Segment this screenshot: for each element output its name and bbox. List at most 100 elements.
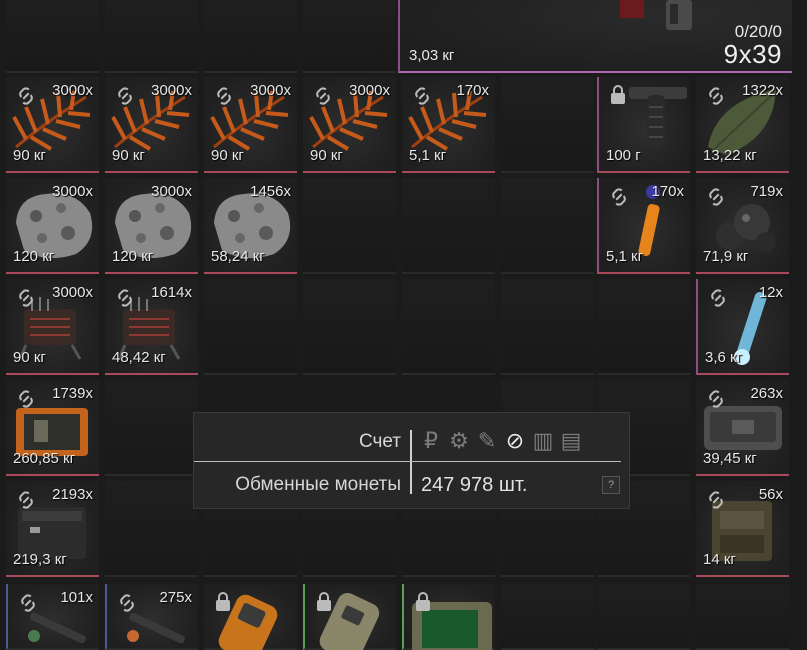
empty-slot[interactable] [597,584,690,650]
inventory-slot[interactable]: 3000x 120 кг [6,178,99,274]
bar-icon[interactable]: ▥ [532,428,554,453]
empty-slot[interactable] [402,178,495,274]
item-count: 275x [159,589,192,606]
token-icon[interactable]: ▤ [560,428,582,453]
empty-slot[interactable] [501,178,594,274]
inventory-slot[interactable]: 56x 14 кг [696,481,789,577]
inventory-slot[interactable]: 1322x 13,22 кг [696,77,789,173]
empty-slot[interactable] [696,584,789,650]
item-count: 3000x [349,82,390,99]
empty-slot[interactable] [303,0,396,73]
inventory-slot[interactable]: 170x 5,1 кг [402,77,495,173]
link-icon [120,594,134,612]
ammo-caliber: 9x39 [723,39,782,69]
exchange-coin-icon[interactable]: ⊘ [504,428,526,453]
empty-slot[interactable] [6,0,99,73]
inventory-slot[interactable]: 3000x 90 кг [204,77,297,173]
empty-slot[interactable] [501,77,594,173]
item-count: 3000x [52,183,93,200]
empty-slot[interactable] [597,279,690,375]
empty-slot[interactable] [303,178,396,274]
item-count: 3000x [52,82,93,99]
inventory-slot[interactable]: 3000x 90 кг [6,279,99,375]
item-weight: 13,22 кг [703,147,757,164]
item-weight: 39,45 кг [703,450,757,467]
ammo-weight: 3,03 кг [409,47,455,64]
item-weight: 219,3 кг [13,551,67,568]
item-count: 1614x [151,284,192,301]
item-count: 263x [750,385,783,402]
empty-slot[interactable] [105,0,198,73]
ruble-icon[interactable]: ₽ [420,428,442,453]
link-icon [709,491,723,509]
inventory-slot[interactable]: 2193x 219,3 кг [6,481,99,577]
link-icon [19,87,33,105]
link-icon [21,594,35,612]
empty-slot[interactable] [105,481,198,577]
inventory-slot[interactable] [402,584,495,650]
currency-value: 247 978 шт. [421,474,528,496]
item-weight: 90 кг [112,147,145,164]
empty-slot[interactable] [402,279,495,375]
inventory-slot[interactable]: 3000x 90 кг [303,77,396,173]
item-weight: 120 кг [112,248,154,265]
link-icon [19,289,33,307]
inventory-slot[interactable]: 3000x 90 кг [6,77,99,173]
item-weight: 5,1 кг [409,147,447,164]
inventory-slot[interactable]: 1456x 58,24 кг [204,178,297,274]
inventory-slot[interactable]: 719x 71,9 кг [696,178,789,274]
item-count: 1322x [742,82,783,99]
empty-slot[interactable] [501,279,594,375]
item-count: 3000x [52,284,93,301]
item-weight: 58,24 кг [211,248,265,265]
link-icon [709,390,723,408]
lock-icon [416,592,430,611]
inventory-slot[interactable]: 3000x 90 кг [105,77,198,173]
empty-slot[interactable] [105,380,198,476]
currency-label: Обменные монеты [235,474,401,495]
currency-tooltip: Счет ₽ ⚙ ✎ ⊘ ▥ ▤ Обменные монеты 247 978… [193,412,630,509]
link-icon [118,87,132,105]
item-count: 3000x [250,82,291,99]
link-icon [612,188,626,206]
inventory-slot[interactable]: 275x [105,584,198,650]
ammo-magazine-slot[interactable]: 0/20/0 9x39 3,03 кг [398,0,792,73]
link-icon [316,87,330,105]
item-weight: 71,9 кг [703,248,749,265]
inventory-slot[interactable]: 3000x 120 кг [105,178,198,274]
lock-icon [611,85,625,104]
gear-icon[interactable]: ⚙ [448,428,470,453]
magazine-icon [620,0,692,30]
item-weight: 90 кг [310,147,343,164]
help-button[interactable]: ? [602,476,620,494]
empty-slot[interactable] [204,0,297,73]
item-weight: 90 кг [211,147,244,164]
item-weight: 120 кг [13,248,55,265]
inventory-slot[interactable]: 1739x 260,85 кг [6,380,99,476]
item-count: 101x [60,589,93,606]
inventory-slot[interactable]: 1614x 48,42 кг [105,279,198,375]
tooltip-divider [194,461,621,462]
empty-slot[interactable] [204,279,297,375]
link-icon [709,188,723,206]
link-icon [19,390,33,408]
empty-slot[interactable] [303,279,396,375]
item-weight: 5,1 кг [606,248,644,265]
inventory-grid: 0/20/0 9x39 3,03 кг 3000x 90 кг 3000x 90… [0,0,807,650]
item-weight: 90 кг [13,147,46,164]
inventory-slot[interactable] [204,584,297,650]
lock-icon [317,592,331,611]
inventory-slot[interactable]: 170x 5,1 кг [597,178,690,274]
inventory-slot[interactable] [303,584,396,650]
item-weight: 14 кг [703,551,736,568]
account-label: Счет [358,431,401,452]
item-count: 170x [456,82,489,99]
inventory-slot[interactable]: 263x 39,45 кг [696,380,789,476]
inventory-slot[interactable]: 101x [6,584,99,650]
inventory-slot[interactable]: 12x 3,6 кг [696,279,789,375]
empty-slot[interactable] [501,584,594,650]
inventory-slot[interactable]: 100 г [597,77,690,173]
item-count: 1739x [52,385,93,402]
link-icon [118,289,132,307]
feather-icon[interactable]: ✎ [476,428,498,453]
